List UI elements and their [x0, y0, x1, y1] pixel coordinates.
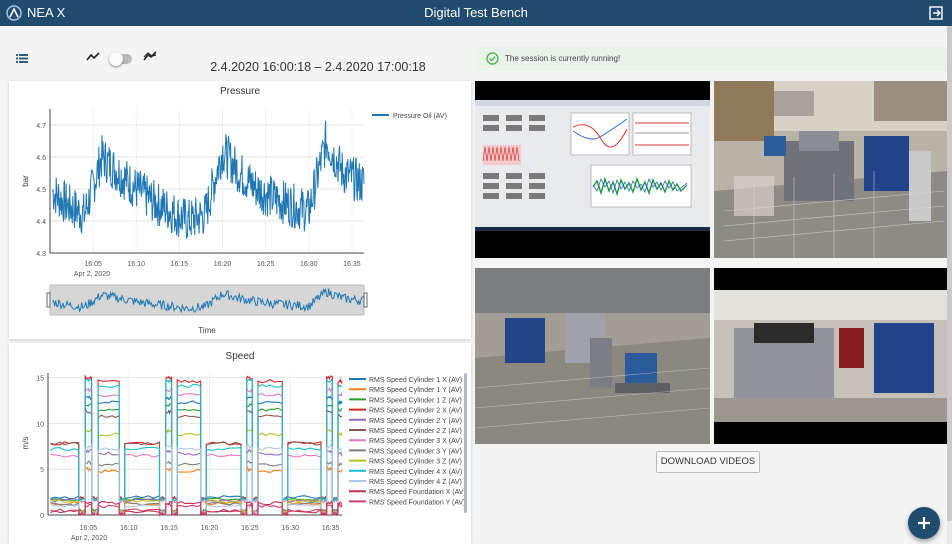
speed-series-line — [50, 378, 343, 503]
monitor-screen-video[interactable] — [475, 81, 710, 258]
legend-label: RMS Speed Cylinder 3 Z (AV) — [369, 459, 462, 466]
y-tick-label: 4.3 — [36, 251, 46, 258]
toggle-knob — [109, 52, 123, 66]
x-tick-label: 16:20 — [214, 261, 232, 268]
status-message: The session is currently running! — [505, 54, 621, 63]
video-frame — [475, 81, 710, 258]
app-header: NEA X Digital Test Bench — [0, 0, 952, 26]
legend-label: RMS Speed Cylinder 2 Z (AV) — [369, 428, 462, 435]
y-tick-label: 4.5 — [36, 187, 46, 194]
y-axis-label: m/s — [21, 437, 30, 450]
pressure-chart-card: Pressure 4.3 4.4 4.5 4.6 4.7 16:05 16:10 16:15 1… — [9, 81, 471, 339]
video-frame — [475, 268, 710, 444]
date-label: Apr 2, 2020 — [74, 271, 110, 278]
range-handle-right[interactable] — [363, 292, 368, 308]
video-frame — [714, 268, 948, 444]
legend-label: RMS Speed Cylinder 2 X (AV) — [369, 408, 462, 415]
y-tick-label: 15 — [36, 376, 44, 383]
y-tick-label: 4.6 — [36, 155, 46, 162]
speed-series-line — [50, 386, 343, 505]
time-range: 2.4.2020 16:00:18 – 2.4.2020 17:00:18 — [210, 60, 426, 74]
legend-scrollbar[interactable] — [464, 373, 467, 513]
test-bench-closeup-video[interactable] — [714, 268, 948, 444]
x-tick-label: 16:35 — [343, 261, 361, 268]
y-tick-label: 0 — [40, 513, 44, 520]
x-tick-label: 16:35 — [322, 525, 340, 532]
check-circle-icon — [486, 52, 499, 65]
list-icon[interactable] — [16, 54, 28, 63]
app-name: NEA X — [27, 5, 66, 20]
legend-label: RMS Speed Cylinder 1 Y (AV) — [369, 387, 462, 394]
add-icon — [918, 517, 930, 529]
legend-label: RMS Speed Foundation Y (AV) — [369, 499, 466, 506]
x-tick-label: 16:30 — [300, 261, 318, 268]
chart-mode-toggle[interactable] — [109, 52, 132, 66]
legend-label: Pressure Oil (AV) — [393, 113, 447, 120]
y-tick-label: 4.4 — [36, 219, 46, 226]
date-label: Apr 2, 2020 — [71, 535, 107, 542]
x-tick-label: 16:25 — [257, 261, 275, 268]
x-tick-label: 16:05 — [84, 261, 102, 268]
legend-label: RMS Speed Cylinder 3 Y (AV) — [369, 448, 462, 455]
range-slider[interactable] — [49, 284, 365, 316]
legend-label: RMS Speed Foundation X (AV) — [369, 489, 466, 496]
download-videos-button[interactable]: DOWNLOAD VIDEOS — [656, 451, 760, 473]
x-tick-label: 16:30 — [282, 525, 300, 532]
legend-label: RMS Speed Cylinder 3 X (AV) — [369, 438, 462, 445]
x-axis-label: Time — [198, 326, 216, 335]
legend-label: RMS Speed Cylinder 2 Y (AV) — [369, 418, 462, 425]
test-bench-side-video[interactable] — [475, 268, 710, 444]
scrollbar-thumb[interactable] — [947, 26, 952, 521]
y-axis-label: bar — [21, 175, 30, 187]
legend-label: RMS Speed Cylinder 4 X (AV) — [369, 469, 462, 476]
session-status-banner: The session is currently running! — [476, 47, 948, 71]
x-tick-label: 16:15 — [171, 261, 189, 268]
line-chart-icon[interactable] — [86, 51, 100, 62]
legend-label: RMS Speed Cylinder 1 Z (AV) — [369, 397, 462, 404]
x-tick-label: 16:10 — [127, 261, 145, 268]
page-title: Digital Test Bench — [424, 5, 528, 20]
x-tick-label: 16:05 — [80, 525, 98, 532]
exit-icon[interactable] — [928, 5, 944, 21]
x-tick-label: 16:25 — [241, 525, 259, 532]
speed-chart-card: Speed 0 5 10 15 16:05 16:10 16:15 16:20 16:25 16:… — [9, 343, 471, 544]
pressure-chart[interactable]: 4.3 4.4 4.5 4.6 4.7 16:05 16:10 16:15 16:20 16:25… — [9, 81, 471, 339]
x-tick-label: 16:15 — [160, 525, 178, 532]
legend-label: RMS Speed Cylinder 1 X (AV) — [369, 377, 462, 384]
video-frame — [714, 81, 948, 258]
test-bench-overview-video[interactable] — [714, 81, 948, 258]
speed-chart[interactable]: 0 5 10 15 16:05 16:10 16:15 16:20 16:25 16:30 16:3… — [9, 343, 471, 544]
add-button[interactable] — [908, 507, 940, 539]
range-handle-left[interactable] — [46, 292, 51, 308]
legend-label: RMS Speed Cylinder 4 Z (AV) — [369, 479, 462, 486]
y-tick-label: 10 — [36, 421, 44, 428]
y-tick-label: 4.7 — [36, 123, 46, 130]
page-scrollbar[interactable] — [947, 26, 952, 544]
x-tick-label: 16:10 — [120, 525, 138, 532]
x-tick-label: 16:20 — [201, 525, 219, 532]
y-tick-label: 5 — [40, 467, 44, 474]
nea-x-logo — [6, 5, 22, 21]
